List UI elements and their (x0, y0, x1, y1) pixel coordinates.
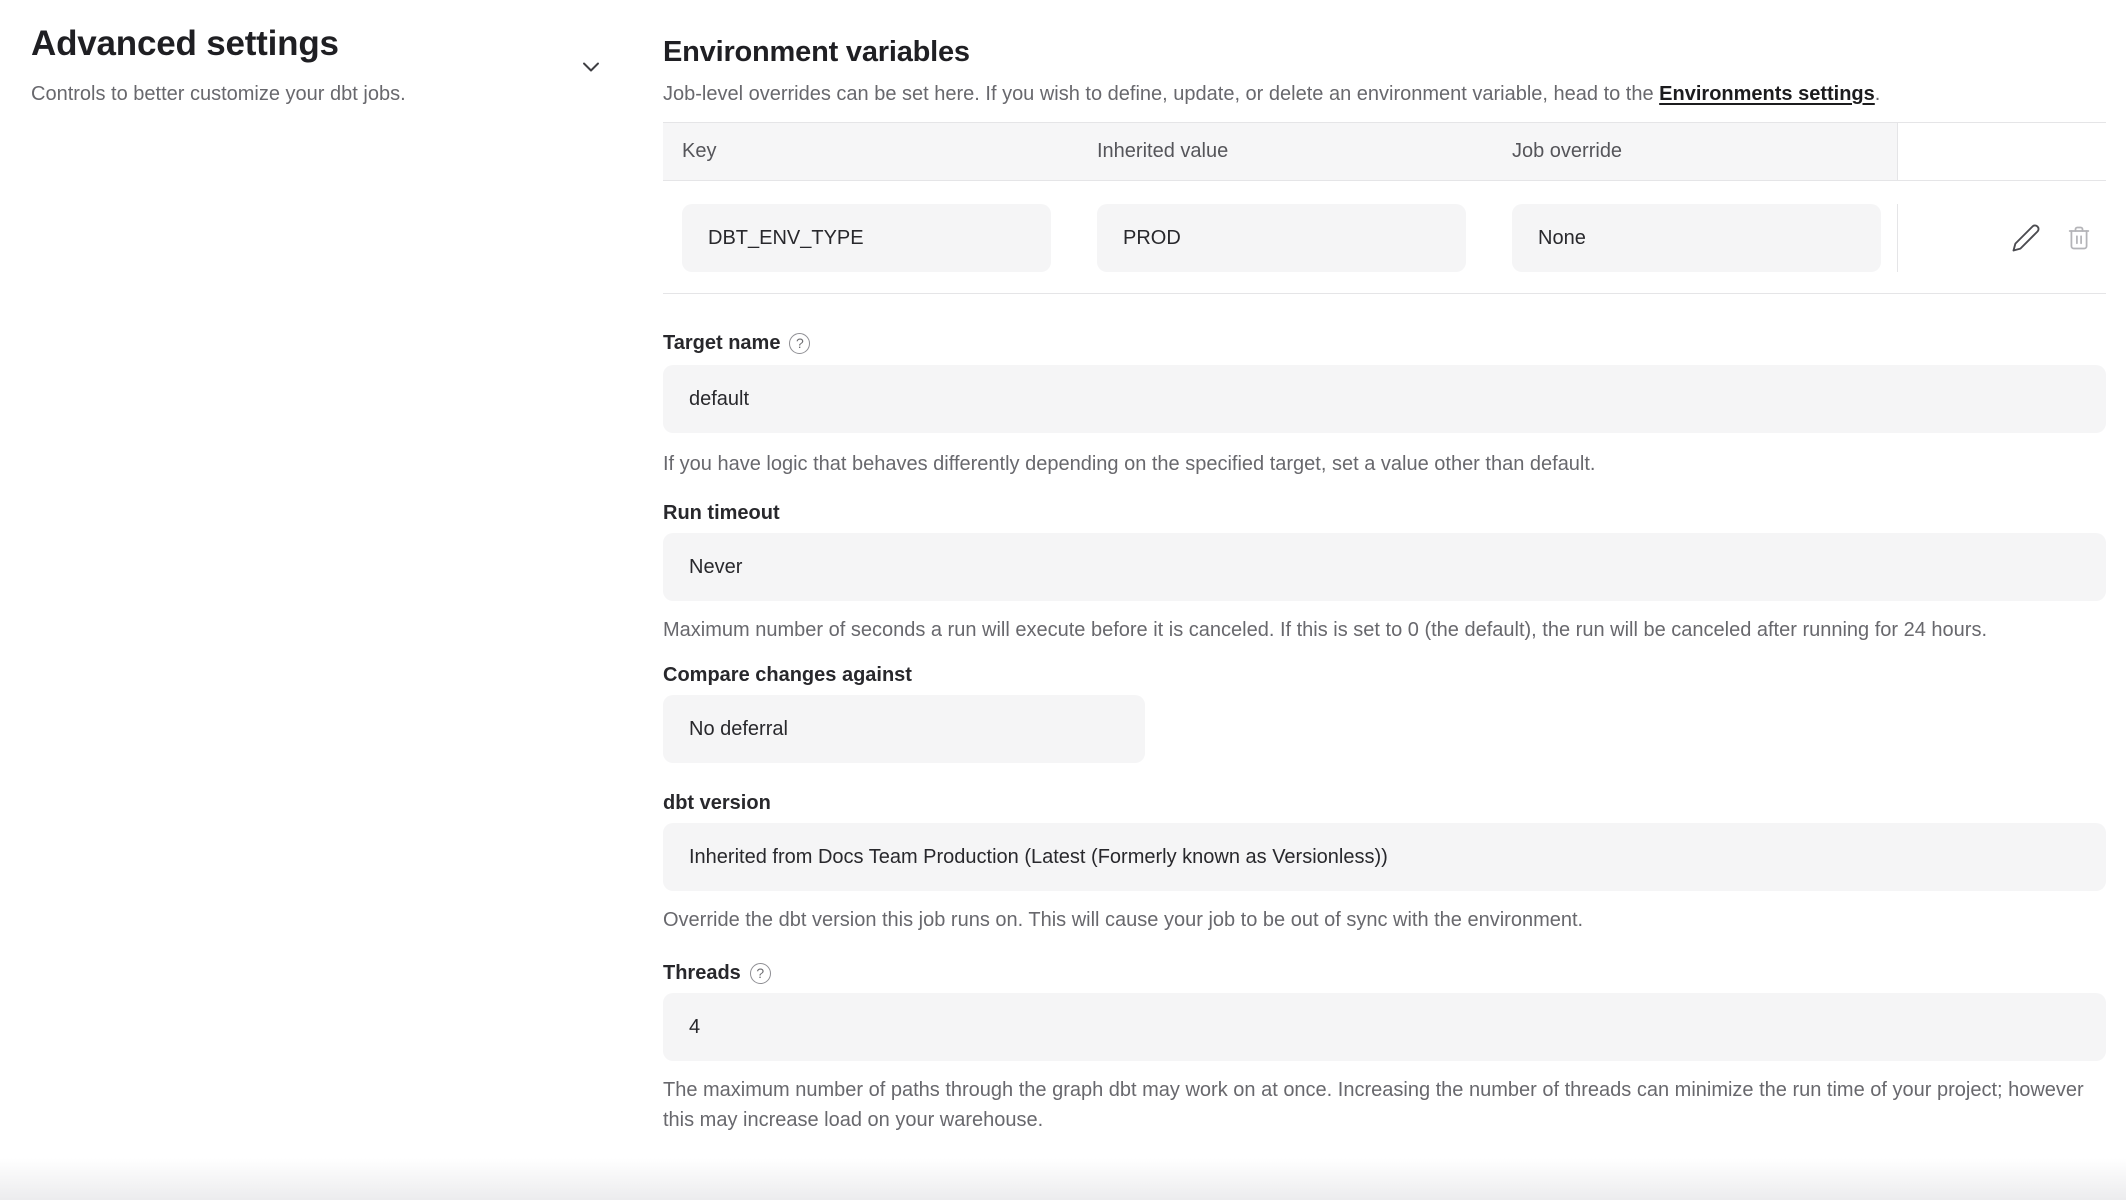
table-header-row: Key Inherited value Job override (663, 123, 2106, 180)
field-dbt-version: dbt version Inherited from Docs Team Pro… (663, 791, 2106, 935)
column-header-inherited-value: Inherited value (1078, 123, 1493, 180)
target-name-helper: If you have logic that behaves different… (663, 450, 2106, 478)
edit-env-var-button[interactable] (2011, 223, 2041, 253)
dbt-version-helper: Override the dbt version this job runs o… (663, 905, 2106, 935)
env-var-job-override-field: None (1512, 204, 1881, 272)
threads-helper: The maximum number of paths through the … (663, 1075, 2106, 1135)
key-cell: DBT_ENV_TYPE (663, 204, 1078, 272)
actions-cell (1897, 204, 2106, 272)
run-timeout-helper: Maximum number of seconds a run will exe… (663, 615, 2106, 645)
description-text: Job-level overrides can be set here. If … (663, 83, 1659, 105)
dbt-version-select[interactable]: Inherited from Docs Team Production (Lat… (663, 823, 2106, 891)
inherited-value-cell: PROD (1078, 204, 1493, 272)
column-header-key: Key (663, 123, 1078, 180)
env-var-inherited-value-field: PROD (1097, 204, 1466, 272)
delete-env-var-button[interactable] (2065, 224, 2093, 252)
advanced-settings-panel: Advanced settings Controls to better cus… (31, 20, 571, 108)
help-icon[interactable]: ? (750, 963, 771, 984)
bottom-scroll-fade (0, 1158, 2126, 1200)
target-name-input[interactable]: default (663, 365, 2106, 433)
threads-input[interactable]: 4 (663, 993, 2106, 1061)
field-threads: Threads ? 4 The maximum number of paths … (663, 961, 2106, 1135)
job-override-cell: None (1493, 204, 1897, 272)
environment-variables-section: Environment variables Job-level override… (663, 0, 2106, 1135)
chevron-down-icon (577, 53, 605, 81)
help-icon[interactable]: ? (789, 333, 810, 354)
threads-label: Threads (663, 961, 741, 985)
column-header-actions (1897, 123, 2106, 180)
collapse-section-button[interactable] (576, 52, 606, 82)
field-compare-changes: Compare changes against No deferral (663, 663, 2106, 763)
dbt-version-label: dbt version (663, 791, 771, 815)
pencil-icon (2011, 223, 2041, 253)
column-header-job-override: Job override (1493, 123, 1897, 180)
env-vars-table: Key Inherited value Job override DBT_ENV… (663, 122, 2106, 294)
run-timeout-label: Run timeout (663, 501, 780, 525)
env-var-key-field: DBT_ENV_TYPE (682, 204, 1051, 272)
trash-icon (2065, 224, 2093, 252)
run-timeout-input[interactable]: Never (663, 533, 2106, 601)
table-row: DBT_ENV_TYPE PROD None (663, 180, 2106, 293)
field-run-timeout: Run timeout Never Maximum number of seco… (663, 501, 2106, 645)
page-title: Advanced settings (31, 20, 571, 68)
description-period: . (1875, 83, 1881, 105)
field-target-name: Target name ? default If you have logic … (663, 331, 2106, 478)
environments-settings-link[interactable]: Environments settings (1659, 83, 1875, 105)
section-description: Job-level overrides can be set here. If … (663, 80, 2106, 108)
compare-changes-select[interactable]: No deferral (663, 695, 1145, 763)
page-subtitle: Controls to better customize your dbt jo… (31, 80, 571, 108)
compare-changes-label: Compare changes against (663, 663, 912, 687)
section-title: Environment variables (663, 34, 2106, 70)
target-name-label: Target name (663, 331, 780, 355)
